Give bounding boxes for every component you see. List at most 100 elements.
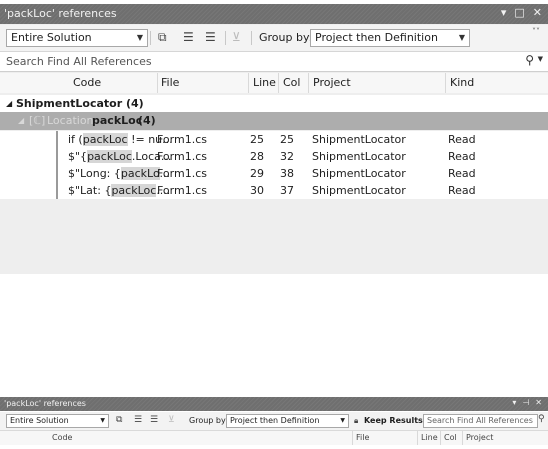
expander-icon[interactable]: ◢ [18,116,24,125]
definition-count: (4) [138,114,156,127]
search-input[interactable]: Search Find All References ⚲ ▼ [0,52,548,72]
mini-panel-title: 'packLoc' references [4,399,86,408]
mini-column-code[interactable]: Code [52,433,72,442]
mini-column-col[interactable]: Col [444,433,457,442]
code-text: $"Lat: { [68,184,112,197]
chevron-down-icon: ▼ [136,33,143,42]
mini-group-by-label: Group by: [189,416,228,425]
kind-cell: Read [448,133,476,146]
field-icon: [ℂ] [29,114,46,127]
search-icon[interactable]: ⚲ [525,53,534,67]
tree-guide-line [56,165,58,182]
file-cell: Form1.cs [157,133,207,146]
mini-title-bar[interactable]: 'packLoc' references ▾ ⊣ ✕ [0,397,548,411]
filter-icon[interactable]: ⊻ [232,30,241,44]
col-cell: 38 [280,167,294,180]
scope-dropdown[interactable]: Entire Solution ▼ [6,29,148,47]
filter-icon[interactable]: ⊻ [168,415,175,425]
search-options-icon[interactable]: ▼ [538,55,543,63]
column-project[interactable]: Project [313,76,351,89]
column-divider [278,73,279,93]
search-icon[interactable]: ⚲ [538,414,545,424]
toolbar-separator [225,31,226,45]
project-cell: ShipmentLocator [312,167,406,180]
table-row[interactable]: $"Long: {packLo... Form1.cs 29 38 Shipme… [0,165,548,182]
table-row[interactable]: $"{packLoc.Loca... Form1.cs 28 32 Shipme… [0,148,548,165]
window-dropdown-icon[interactable]: ▾ [512,398,516,407]
results-list: if (packLoc != nu... Form1.cs 25 25 Ship… [0,131,548,199]
code-highlight: packLoc [82,133,128,146]
toolbar: Entire Solution ▼ ⧉ ☰ ☰ ⊻ Group by: Proj… [0,25,548,52]
chevron-down-icon: ▼ [100,417,105,424]
panel-title: 'packLoc' references [4,7,117,20]
column-divider [440,431,441,445]
column-divider [417,431,418,445]
mini-group-by-dropdown[interactable]: Project then Definition ▼ [226,414,349,428]
col-cell: 25 [280,133,294,146]
kind-cell: Read [448,167,476,180]
mini-toolbar: Entire Solution ▼ ⧉ ☰ ☰ ⊻ Group by: Proj… [0,412,548,431]
panel-title-bar[interactable]: 'packLoc' references ▾ □ ✕ [0,4,548,24]
mini-column-line[interactable]: Line [421,433,438,442]
column-line[interactable]: Line [253,76,276,89]
project-cell: ShipmentLocator [312,150,406,163]
expand-all-icon[interactable]: ☰ [205,30,216,44]
file-cell: Form1.cs [157,167,207,180]
maximize-icon[interactable]: □ [514,6,524,19]
code-highlight: packLoc [111,184,157,197]
file-cell: Form1.cs [157,150,207,163]
window-dropdown-icon[interactable]: ▾ [501,6,507,19]
mini-scope-dropdown[interactable]: Entire Solution ▼ [6,414,109,428]
project-cell: ShipmentLocator [312,184,406,197]
lock-icon: 🔒︎ [354,416,359,425]
mini-search-input[interactable]: Search Find All References [423,414,538,428]
mini-column-project[interactable]: Project [466,433,493,442]
expand-all-icon[interactable]: ☰ [150,415,158,425]
project-cell: ShipmentLocator [312,133,406,146]
definition-row[interactable]: ◢ [ℂ] Location packLoc (4) [0,112,548,130]
mini-column-header: Code File Line Col Project [0,431,548,445]
code-text: if ( [68,133,83,146]
copy-icon[interactable]: ⧉ [116,415,122,425]
code-highlight: packLo [120,167,160,180]
column-divider [462,431,463,445]
close-icon[interactable]: ✕ [535,398,542,407]
line-cell: 25 [250,133,264,146]
file-cell: Form1.cs [157,184,207,197]
mini-column-file[interactable]: File [356,433,369,442]
table-row[interactable]: $"Lat: {packLoc.... Form1.cs 30 37 Shipm… [0,182,548,199]
kind-cell: Read [448,150,476,163]
column-divider [352,431,353,445]
column-header: Code File Line Col Project Kind [0,73,548,93]
column-file[interactable]: File [161,76,179,89]
expander-icon[interactable]: ◢ [6,99,12,108]
search-placeholder: Search Find All References [6,55,152,68]
group-by-value: Project then Definition [315,31,438,44]
group-by-dropdown[interactable]: Project then Definition ▼ [310,29,470,47]
col-cell: 32 [280,150,294,163]
code-highlight: packLoc [87,150,132,163]
group-by-label: Group by: [259,31,313,44]
code-cell: $"Lat: {packLoc.... [68,184,170,197]
column-col[interactable]: Col [283,76,300,89]
keep-results-button[interactable]: Keep Results [364,416,423,425]
collapse-all-icon[interactable]: ☰ [183,30,194,44]
code-cell: $"Long: {packLo... [68,167,170,180]
pin-icon[interactable]: ⊣ [522,398,529,407]
line-cell: 29 [250,167,264,180]
line-cell: 30 [250,184,264,197]
copy-icon[interactable]: ⧉ [158,30,167,45]
column-code[interactable]: Code [73,76,101,89]
column-kind[interactable]: Kind [450,76,474,89]
definition-name: packLoc [92,114,143,127]
toolbar-separator [251,31,252,45]
close-icon[interactable]: ✕ [533,6,542,19]
mini-search-placeholder: Search Find All References [427,416,533,425]
project-group-row[interactable]: ◢ ShipmentLocator (4) [0,95,548,112]
toolbar-overflow-icon[interactable]: ˅˅ [532,27,540,36]
table-row[interactable]: if (packLoc != nu... Form1.cs 25 25 Ship… [0,131,548,148]
collapse-all-icon[interactable]: ☰ [134,415,142,425]
project-group-label: ShipmentLocator (4) [16,97,144,110]
mini-group-by-value: Project then Definition [230,416,320,425]
tree-guide-line [56,131,58,148]
